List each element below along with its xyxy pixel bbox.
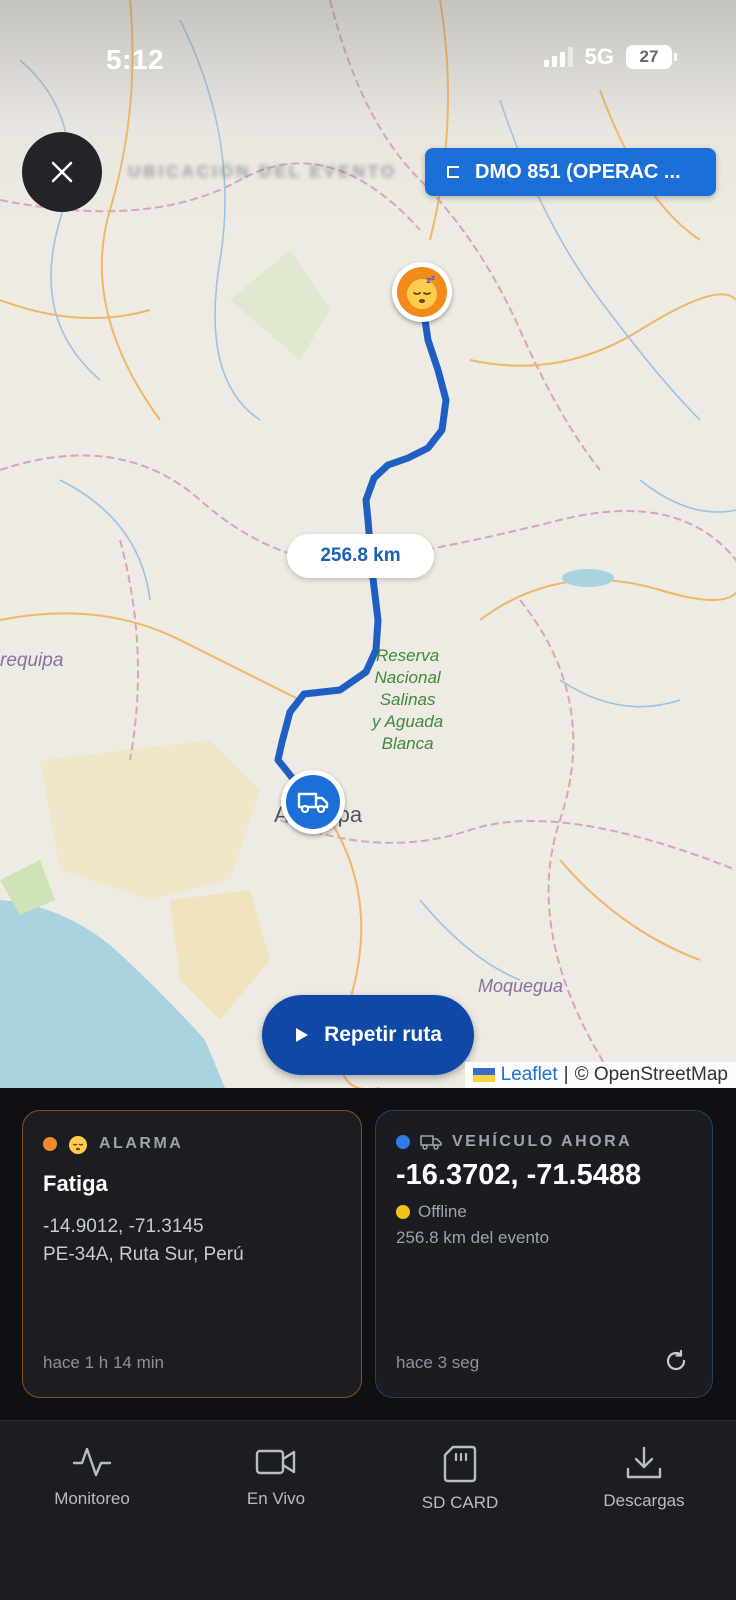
svg-text:z: z bbox=[431, 274, 435, 282]
network-label: 5G bbox=[584, 44, 614, 69]
sleeping-face-icon: z z bbox=[397, 267, 447, 317]
battery-icon: 27 bbox=[626, 45, 677, 69]
nav-item-sd-card[interactable]: SD CARD bbox=[368, 1445, 552, 1513]
replay-route-button[interactable]: Repetir ruta bbox=[262, 995, 474, 1075]
reserve-line-1: Reserva bbox=[375, 646, 440, 665]
desert-area-2 bbox=[170, 890, 270, 1020]
status-dot bbox=[396, 1205, 410, 1219]
alarm-time-ago: hace 1 h 14 min bbox=[43, 1353, 164, 1372]
vehicle-dot bbox=[396, 1135, 410, 1149]
vehicle-marker[interactable] bbox=[281, 770, 345, 834]
vehicle-distance: 256.8 km del evento bbox=[396, 1228, 550, 1247]
vehicle-coords: -16.3702, -71.5488 bbox=[396, 1159, 642, 1191]
vehicle-section-label: VEHÍCULO AHORA bbox=[452, 1133, 633, 1150]
distance-value: 256.8 km bbox=[320, 545, 401, 566]
refresh-button[interactable] bbox=[662, 1347, 690, 1375]
place-label-moquegua: Moquegua bbox=[478, 976, 564, 996]
osm-link[interactable]: © OpenStreetMap bbox=[575, 1064, 728, 1086]
vehicle-header: VEHÍCULO AHORA bbox=[396, 1133, 692, 1151]
nav-label-monitoreo: Monitoreo bbox=[54, 1489, 130, 1508]
alarm-coords: -14.9012, -71.3145 bbox=[43, 1216, 204, 1237]
place-label-arequipa-left: requipa bbox=[0, 650, 64, 671]
reserve-line-2: Nacional bbox=[374, 668, 441, 687]
activity-icon bbox=[72, 1447, 112, 1477]
vehicle-time-ago: hace 3 seg bbox=[396, 1353, 480, 1372]
signal-icon bbox=[543, 47, 573, 67]
reserve-line-4: y Aguada bbox=[372, 712, 444, 731]
nav-item-monitoreo[interactable]: Monitoreo bbox=[0, 1445, 184, 1509]
vehicle-chip-icon bbox=[447, 166, 459, 178]
vehicle-chip-label: DMO 851 (OPERAC ... bbox=[475, 160, 681, 183]
status-icons: 5G 27 bbox=[543, 44, 677, 70]
place-label-reserve: Reserva Nacional Salinas y Aguada Blanca bbox=[372, 645, 443, 755]
map-view[interactable]: requipa Arequipa Reserva Nacional Salina… bbox=[0, 0, 736, 1088]
vehicle-status-label: Offline bbox=[418, 1202, 467, 1221]
sd-card-icon bbox=[443, 1445, 477, 1483]
bottom-nav: Monitoreo En Vivo SD CARD Descargas bbox=[0, 1420, 736, 1600]
vehicle-now-card[interactable]: VEHÍCULO AHORA -16.3702, -71.5488 Offlin… bbox=[375, 1110, 713, 1398]
close-button[interactable] bbox=[22, 132, 102, 212]
truck-icon bbox=[286, 775, 340, 829]
nav-item-en-vivo[interactable]: En Vivo bbox=[184, 1445, 368, 1509]
attribution-separator: | bbox=[563, 1064, 569, 1085]
map-heading: UBICACIÓN DEL EVENTO bbox=[128, 162, 398, 181]
truck-icon bbox=[420, 1135, 442, 1150]
nav-label-descargas: Descargas bbox=[603, 1491, 685, 1510]
reserve-line-5: Blanca bbox=[381, 734, 434, 753]
nav-label-sd-card: SD CARD bbox=[421, 1493, 499, 1512]
status-time: 5:12 bbox=[106, 44, 165, 75]
reserve-line-3: Salinas bbox=[379, 690, 436, 709]
download-icon bbox=[626, 1446, 662, 1479]
alarm-header: ALARMA bbox=[43, 1133, 341, 1155]
alarm-dot bbox=[43, 1137, 57, 1151]
info-panel: ALARMA Fatiga -14.9012, -71.3145 PE-34A,… bbox=[0, 1088, 736, 1420]
vehicle-status: Offline bbox=[396, 1202, 692, 1222]
park-area-2 bbox=[230, 250, 330, 360]
alarm-section-label: ALARMA bbox=[99, 1135, 184, 1152]
replay-route-label: Repetir ruta bbox=[324, 1023, 442, 1046]
nav-label-en-vivo: En Vivo bbox=[246, 1489, 306, 1508]
sleeping-face-icon bbox=[69, 1136, 87, 1154]
alarm-address: PE-34A, Ruta Sur, Perú bbox=[43, 1244, 244, 1265]
nav-item-descargas[interactable]: Descargas bbox=[552, 1445, 736, 1511]
alarm-details: -14.9012, -71.3145 PE-34A, Ruta Sur, Per… bbox=[43, 1213, 341, 1269]
play-icon bbox=[296, 1028, 309, 1042]
lake bbox=[562, 569, 614, 587]
vehicle-selector-button[interactable]: DMO 851 (OPERAC ... bbox=[425, 148, 716, 196]
close-icon bbox=[51, 161, 73, 183]
distance-label: 256.8 km bbox=[287, 534, 434, 578]
map-attribution: Leaflet | © OpenStreetMap bbox=[464, 1062, 736, 1088]
refresh-icon bbox=[666, 1349, 686, 1371]
alarm-card[interactable]: ALARMA Fatiga -14.9012, -71.3145 PE-34A,… bbox=[22, 1110, 362, 1398]
video-camera-icon bbox=[255, 1449, 296, 1475]
leaflet-link[interactable]: Leaflet bbox=[501, 1064, 558, 1086]
alarm-title: Fatiga bbox=[43, 1171, 108, 1196]
ukraine-flag-icon bbox=[472, 1068, 495, 1082]
desert-area bbox=[40, 740, 260, 900]
event-marker[interactable]: z z bbox=[392, 262, 452, 322]
